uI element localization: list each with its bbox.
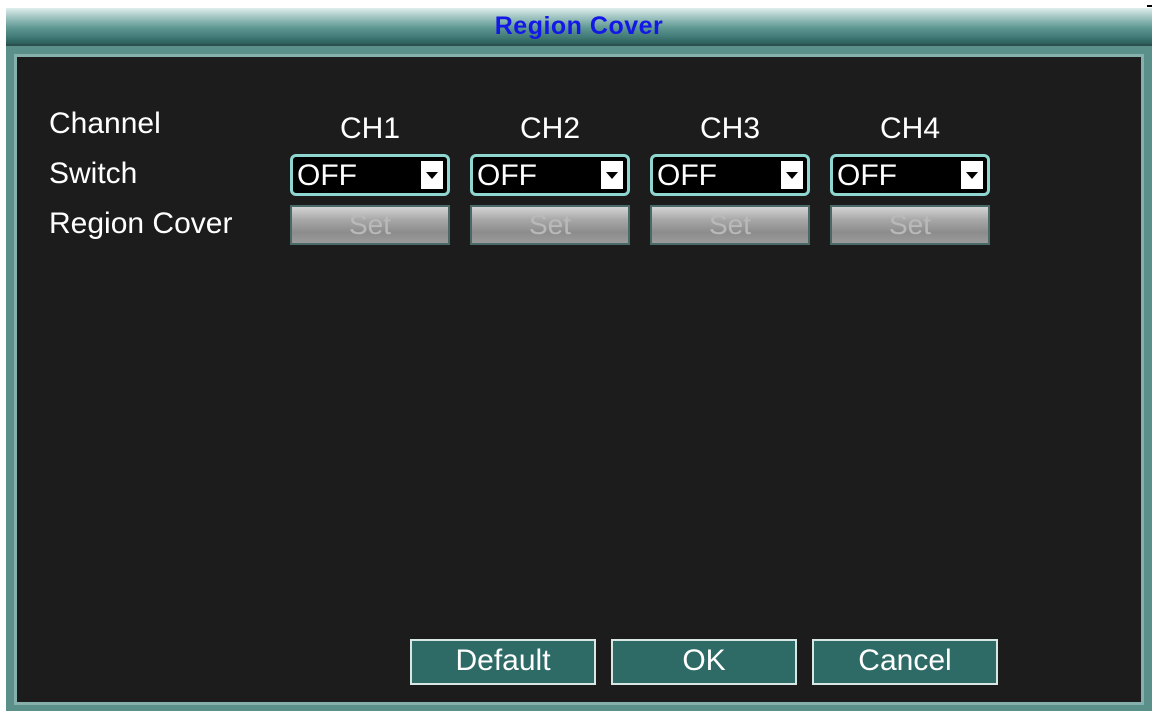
chevron-down-icon[interactable] [959,161,983,189]
switch-select-ch3[interactable]: OFF [650,154,810,196]
region-cover-set-button-ch3[interactable]: Set [650,205,810,245]
switch-value-ch4: OFF [837,159,897,192]
region-cover-set-button-ch4[interactable]: Set [830,205,990,245]
switch-value-ch3: OFF [657,159,717,192]
dialog-title: Region Cover [494,12,664,40]
corner-mark [1147,5,1152,7]
chevron-down-icon[interactable] [599,161,623,189]
switch-row-label: Switch [49,157,138,190]
title-bar[interactable]: Region Cover [6,8,1152,46]
switch-select-ch4[interactable]: OFF [830,154,990,196]
cancel-button[interactable]: Cancel [812,639,998,685]
region-cover-set-button-ch2[interactable]: Set [470,205,630,245]
region-cover-dialog: Region Cover Channel Switch Region Cover… [6,8,1152,711]
switch-value-ch1: OFF [297,159,357,192]
default-button[interactable]: Default [410,639,596,685]
dialog-content: Channel Switch Region Cover CH1 CH2 CH3 … [14,54,1144,705]
switch-value-ch2: OFF [477,159,537,192]
chevron-down-icon[interactable] [419,161,443,189]
region-cover-row-label: Region Cover [49,207,233,240]
channel-header-ch2: CH2 [519,112,580,145]
channel-row-label: Channel [49,107,161,140]
channel-header-ch3: CH3 [699,112,760,145]
chevron-down-icon[interactable] [779,161,803,189]
channel-header-ch1: CH1 [339,112,400,145]
switch-select-ch2[interactable]: OFF [470,154,630,196]
switch-select-ch1[interactable]: OFF [290,154,450,196]
ok-button[interactable]: OK [611,639,797,685]
region-cover-set-button-ch1[interactable]: Set [290,205,450,245]
channel-header-ch4: CH4 [879,112,940,145]
